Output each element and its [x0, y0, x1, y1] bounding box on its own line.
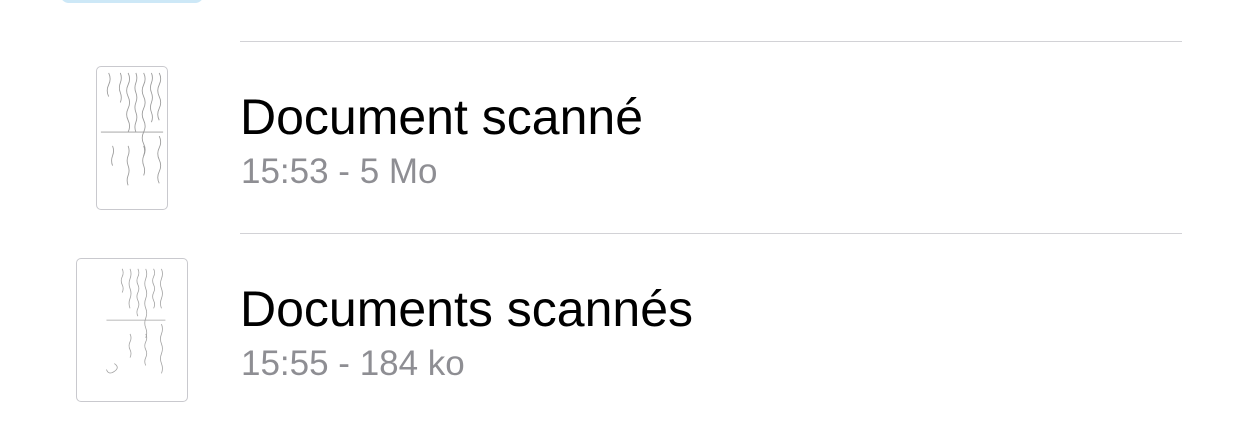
list-item-document[interactable]: Documents scannés 15:55 - 184 ko: [0, 233, 1242, 425]
documents-list: Document scanné 15:53 - 5 Mo Documents s…: [0, 0, 1242, 403]
document-title: Document scanné: [240, 89, 644, 145]
document-subtitle: 15:55 - 184 ko: [241, 344, 465, 383]
row-separator: [240, 233, 1182, 234]
document-title: Documents scannés: [240, 281, 694, 337]
scanned-document-thumbnail-icon: [76, 258, 188, 402]
document-subtitle: 15:53 - 5 Mo: [241, 152, 438, 191]
row-separator: [240, 41, 1182, 42]
list-item-document[interactable]: Document scanné 15:53 - 5 Mo: [0, 41, 1242, 233]
scanned-document-thumbnail-icon: [96, 66, 168, 210]
